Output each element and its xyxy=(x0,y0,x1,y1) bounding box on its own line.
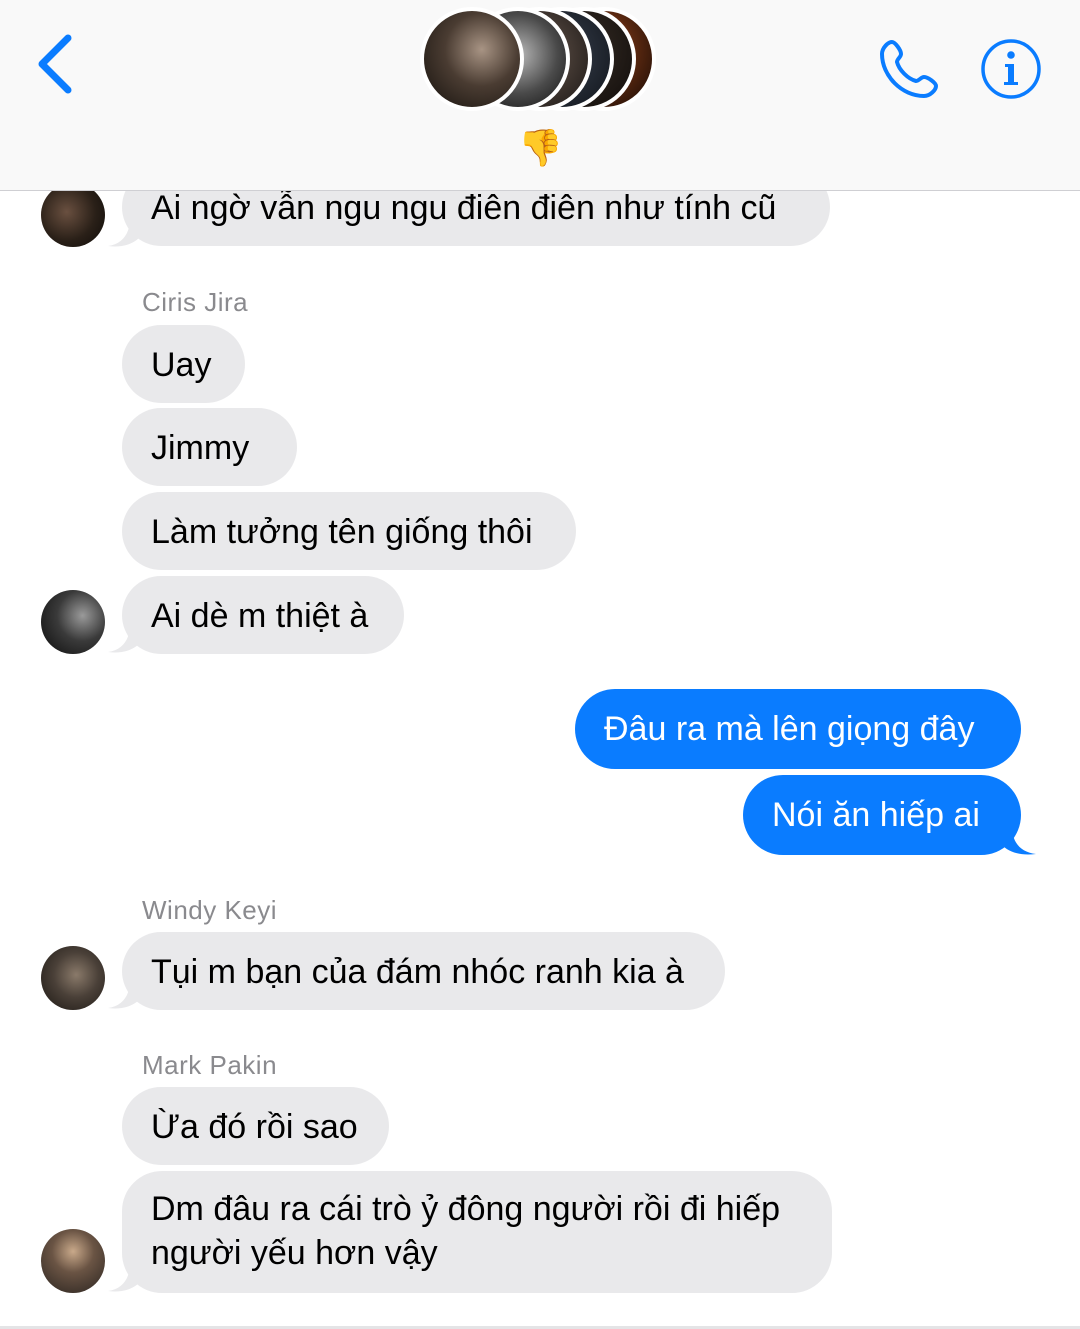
message-bubble[interactable]: Làm tưởng tên giống thôi xyxy=(122,492,576,570)
message-bubble[interactable]: Đâu ra mà lên giọng đây xyxy=(575,689,1021,769)
message-thread: Ai ngờ vẫn ngu ngu điên điên như tính cũ… xyxy=(0,0,1080,1329)
group-reaction-emoji[interactable]: 👎 xyxy=(518,126,563,170)
avatar[interactable] xyxy=(41,1229,105,1293)
message-bubble[interactable]: Dm đâu ra cái trò ỷ đông người rồi đi hi… xyxy=(122,1171,832,1293)
message-bubble[interactable]: Uay xyxy=(122,325,245,403)
group-avatars[interactable] xyxy=(416,4,666,118)
avatar[interactable] xyxy=(41,183,105,247)
message-bubble[interactable]: Tụi m bạn của đám nhóc ranh kia à xyxy=(122,932,725,1010)
chevron-left-icon[interactable] xyxy=(30,32,80,96)
avatar[interactable] xyxy=(41,946,105,1010)
message-line: Dm đâu ra cái trò ỷ đông người rồi đi hi… xyxy=(151,1190,781,1228)
message-bubble[interactable]: Ừa đó rồi sao xyxy=(122,1087,389,1165)
phone-icon[interactable] xyxy=(876,36,942,102)
sender-name: Mark Pakin xyxy=(142,1050,278,1080)
sender-name: Windy Keyi xyxy=(142,895,278,925)
message-bubble[interactable]: Nói ăn hiếp ai xyxy=(743,775,1021,855)
message-bubble[interactable]: Jimmy xyxy=(122,408,297,486)
avatar xyxy=(420,7,524,111)
sender-name: Ciris Jira xyxy=(142,287,249,317)
message-line: người yếu hơn vậy xyxy=(151,1234,438,1272)
conversation-header: 👎 xyxy=(0,0,1080,191)
avatar[interactable] xyxy=(41,590,105,654)
info-circle-icon[interactable] xyxy=(980,38,1042,100)
message-bubble[interactable]: Ai dè m thiệt à xyxy=(122,576,404,654)
